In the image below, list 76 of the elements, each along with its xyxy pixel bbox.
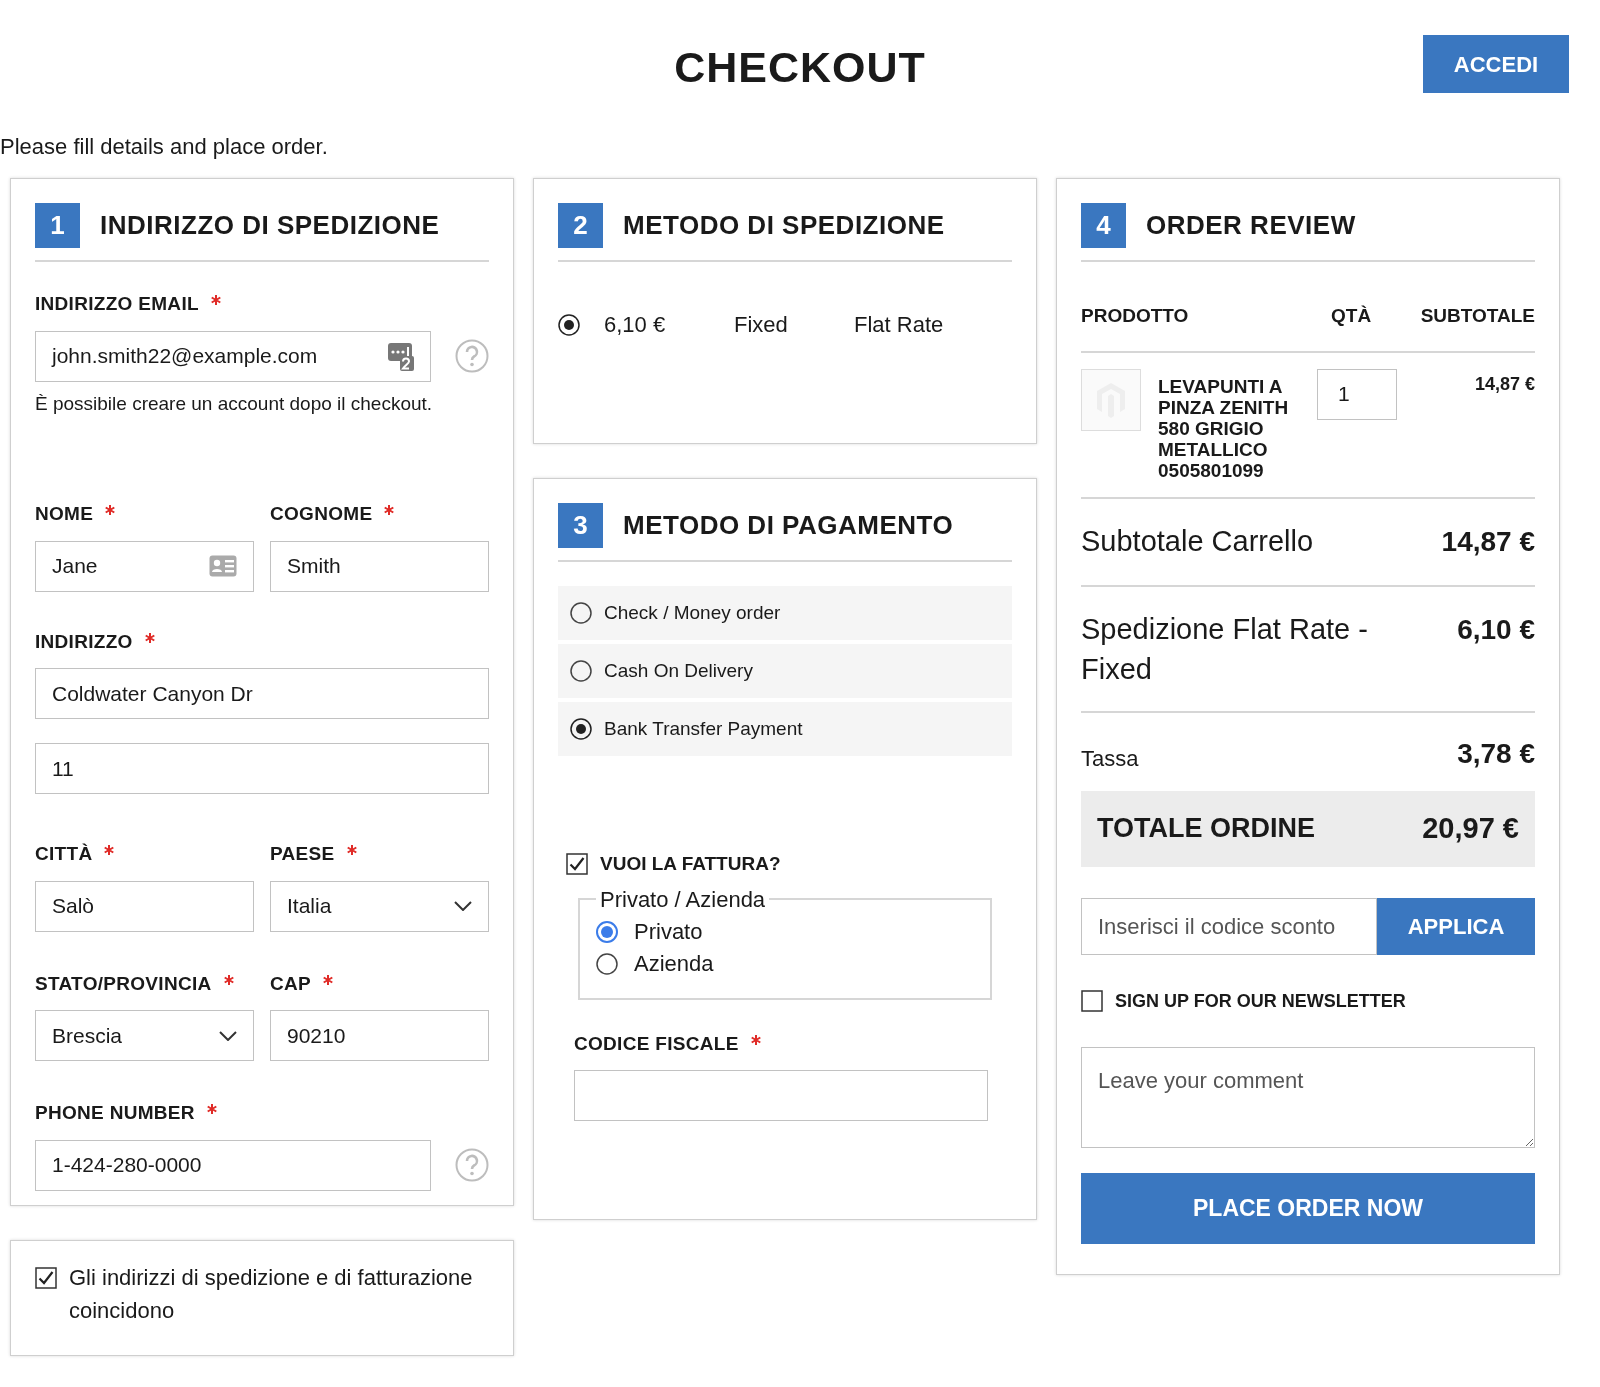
column-header: PRODOTTO [1081, 304, 1190, 328]
checkbox[interactable] [1081, 990, 1103, 1012]
checkbox-label: Gli indirizzi di spedizione e di fatturazione coincidono [69, 1264, 474, 1325]
checkbox[interactable] [566, 853, 588, 876]
step-number-badge: 3 [558, 503, 603, 548]
payment-option[interactable]: Bank Transfer Payment [558, 702, 1012, 756]
region-select[interactable]: Brescia [35, 1010, 254, 1061]
field-label: CODICE FISCALE [574, 1031, 739, 1056]
field-label: INDIRIZZO [35, 629, 133, 654]
field-label: PHONE NUMBER [35, 1101, 195, 1125]
first-name-field[interactable]: Jane [35, 540, 254, 592]
country-select[interactable]: Italia [270, 880, 489, 932]
field-label: COGNOME [270, 502, 373, 526]
page-title: CHECKOUT [674, 46, 926, 89]
intro-text: Please fill details and place order. [0, 133, 329, 161]
email-field[interactable]: john.smith22@example.com [35, 330, 431, 382]
discount-code-field[interactable]: Inserisci il codice sconto [1081, 897, 1377, 955]
street-address-field[interactable]: 11 [35, 743, 489, 794]
checkbox-label: SIGN UP FOR OUR NEWSLETTER [1115, 989, 1406, 1013]
helper-text: È possibile creare un account dopo il checkout. [35, 391, 434, 416]
column-header: QTÀ [1331, 304, 1373, 328]
shipping-method-name: Fixed [734, 311, 789, 339]
checkbox[interactable] [35, 1267, 57, 1289]
radio-button[interactable] [570, 602, 592, 624]
radio-button[interactable] [596, 952, 618, 975]
field-label: NOME [35, 502, 94, 526]
radio-label: Azienda [634, 950, 714, 978]
payment-option[interactable]: Cash On Delivery [558, 644, 1012, 698]
product-subtotal: 14,87 € [1473, 372, 1535, 396]
field-label: PAESE [270, 842, 335, 866]
total-value: 6,10 € [1457, 612, 1535, 647]
step-number-badge: 4 [1081, 203, 1126, 248]
chevron-down-icon [454, 901, 472, 911]
quantity-field[interactable]: 1 [1317, 368, 1397, 420]
place-order-button[interactable]: PLACE ORDER NOW [1081, 1172, 1535, 1244]
payment-option[interactable]: Check / Money order [558, 586, 1012, 640]
section-title: ORDER REVIEW [1146, 209, 1356, 242]
section-title: METODO DI PAGAMENTO [623, 509, 954, 542]
total-label: Subtotale Carrello [1081, 523, 1315, 559]
chevron-down-icon [219, 1030, 237, 1041]
radio-label: Privato [634, 918, 703, 946]
apply-button[interactable]: APPLICA [1377, 897, 1535, 955]
field-label: CAP [270, 971, 311, 996]
total-value: 20,97 € [1422, 810, 1519, 846]
section-title: METODO DI SPEDIZIONE [623, 209, 945, 242]
step-number-badge: 1 [35, 203, 80, 248]
comment-field[interactable]: Leave your comment [1081, 1046, 1535, 1148]
field-label: STATO/PROVINCIA [35, 971, 212, 996]
carrier-name: Flat Rate [854, 311, 944, 339]
city-field[interactable]: Salò [35, 880, 254, 932]
shipping-price: 6,10 € [604, 311, 667, 339]
field-label: INDIRIZZO EMAIL [35, 292, 199, 316]
last-name-field[interactable]: Smith [270, 540, 489, 592]
field-label: CITTÀ [35, 842, 93, 866]
tax-code-field[interactable] [574, 1070, 988, 1121]
total-label: Spedizione Flat Rate - Fixed [1081, 611, 1369, 687]
section-title: INDIRIZZO DI SPEDIZIONE [100, 209, 440, 242]
login-button[interactable]: ACCEDI [1423, 35, 1569, 93]
total-label: Tassa [1081, 744, 1139, 773]
password-manager-icon[interactable] [388, 341, 414, 371]
group-legend: Privato / Azienda [596, 882, 770, 916]
postcode-field[interactable]: 90210 [270, 1010, 489, 1061]
radio-button[interactable] [596, 920, 618, 943]
radio-button[interactable] [570, 718, 592, 740]
phone-field[interactable]: 1-424-280-0000 [35, 1139, 431, 1191]
total-label: TOTALE ORDINE [1097, 812, 1315, 846]
total-value: 14,87 € [1441, 524, 1535, 559]
total-value: 3,78 € [1457, 736, 1535, 771]
product-image-placeholder [1081, 368, 1141, 431]
radio-button[interactable] [570, 660, 592, 682]
checkbox-label: VUOI LA FATTURA? [600, 852, 781, 876]
column-header: SUBTOTALE [1419, 304, 1535, 328]
product-name: LEVAPUNTI A PINZA ZENITH 580 GRIGIO METALLICO 0505801099 [1158, 375, 1290, 481]
radio-button[interactable] [558, 313, 580, 336]
step-number-badge: 2 [558, 203, 603, 248]
street-address-field[interactable]: Coldwater Canyon Dr [35, 668, 489, 719]
